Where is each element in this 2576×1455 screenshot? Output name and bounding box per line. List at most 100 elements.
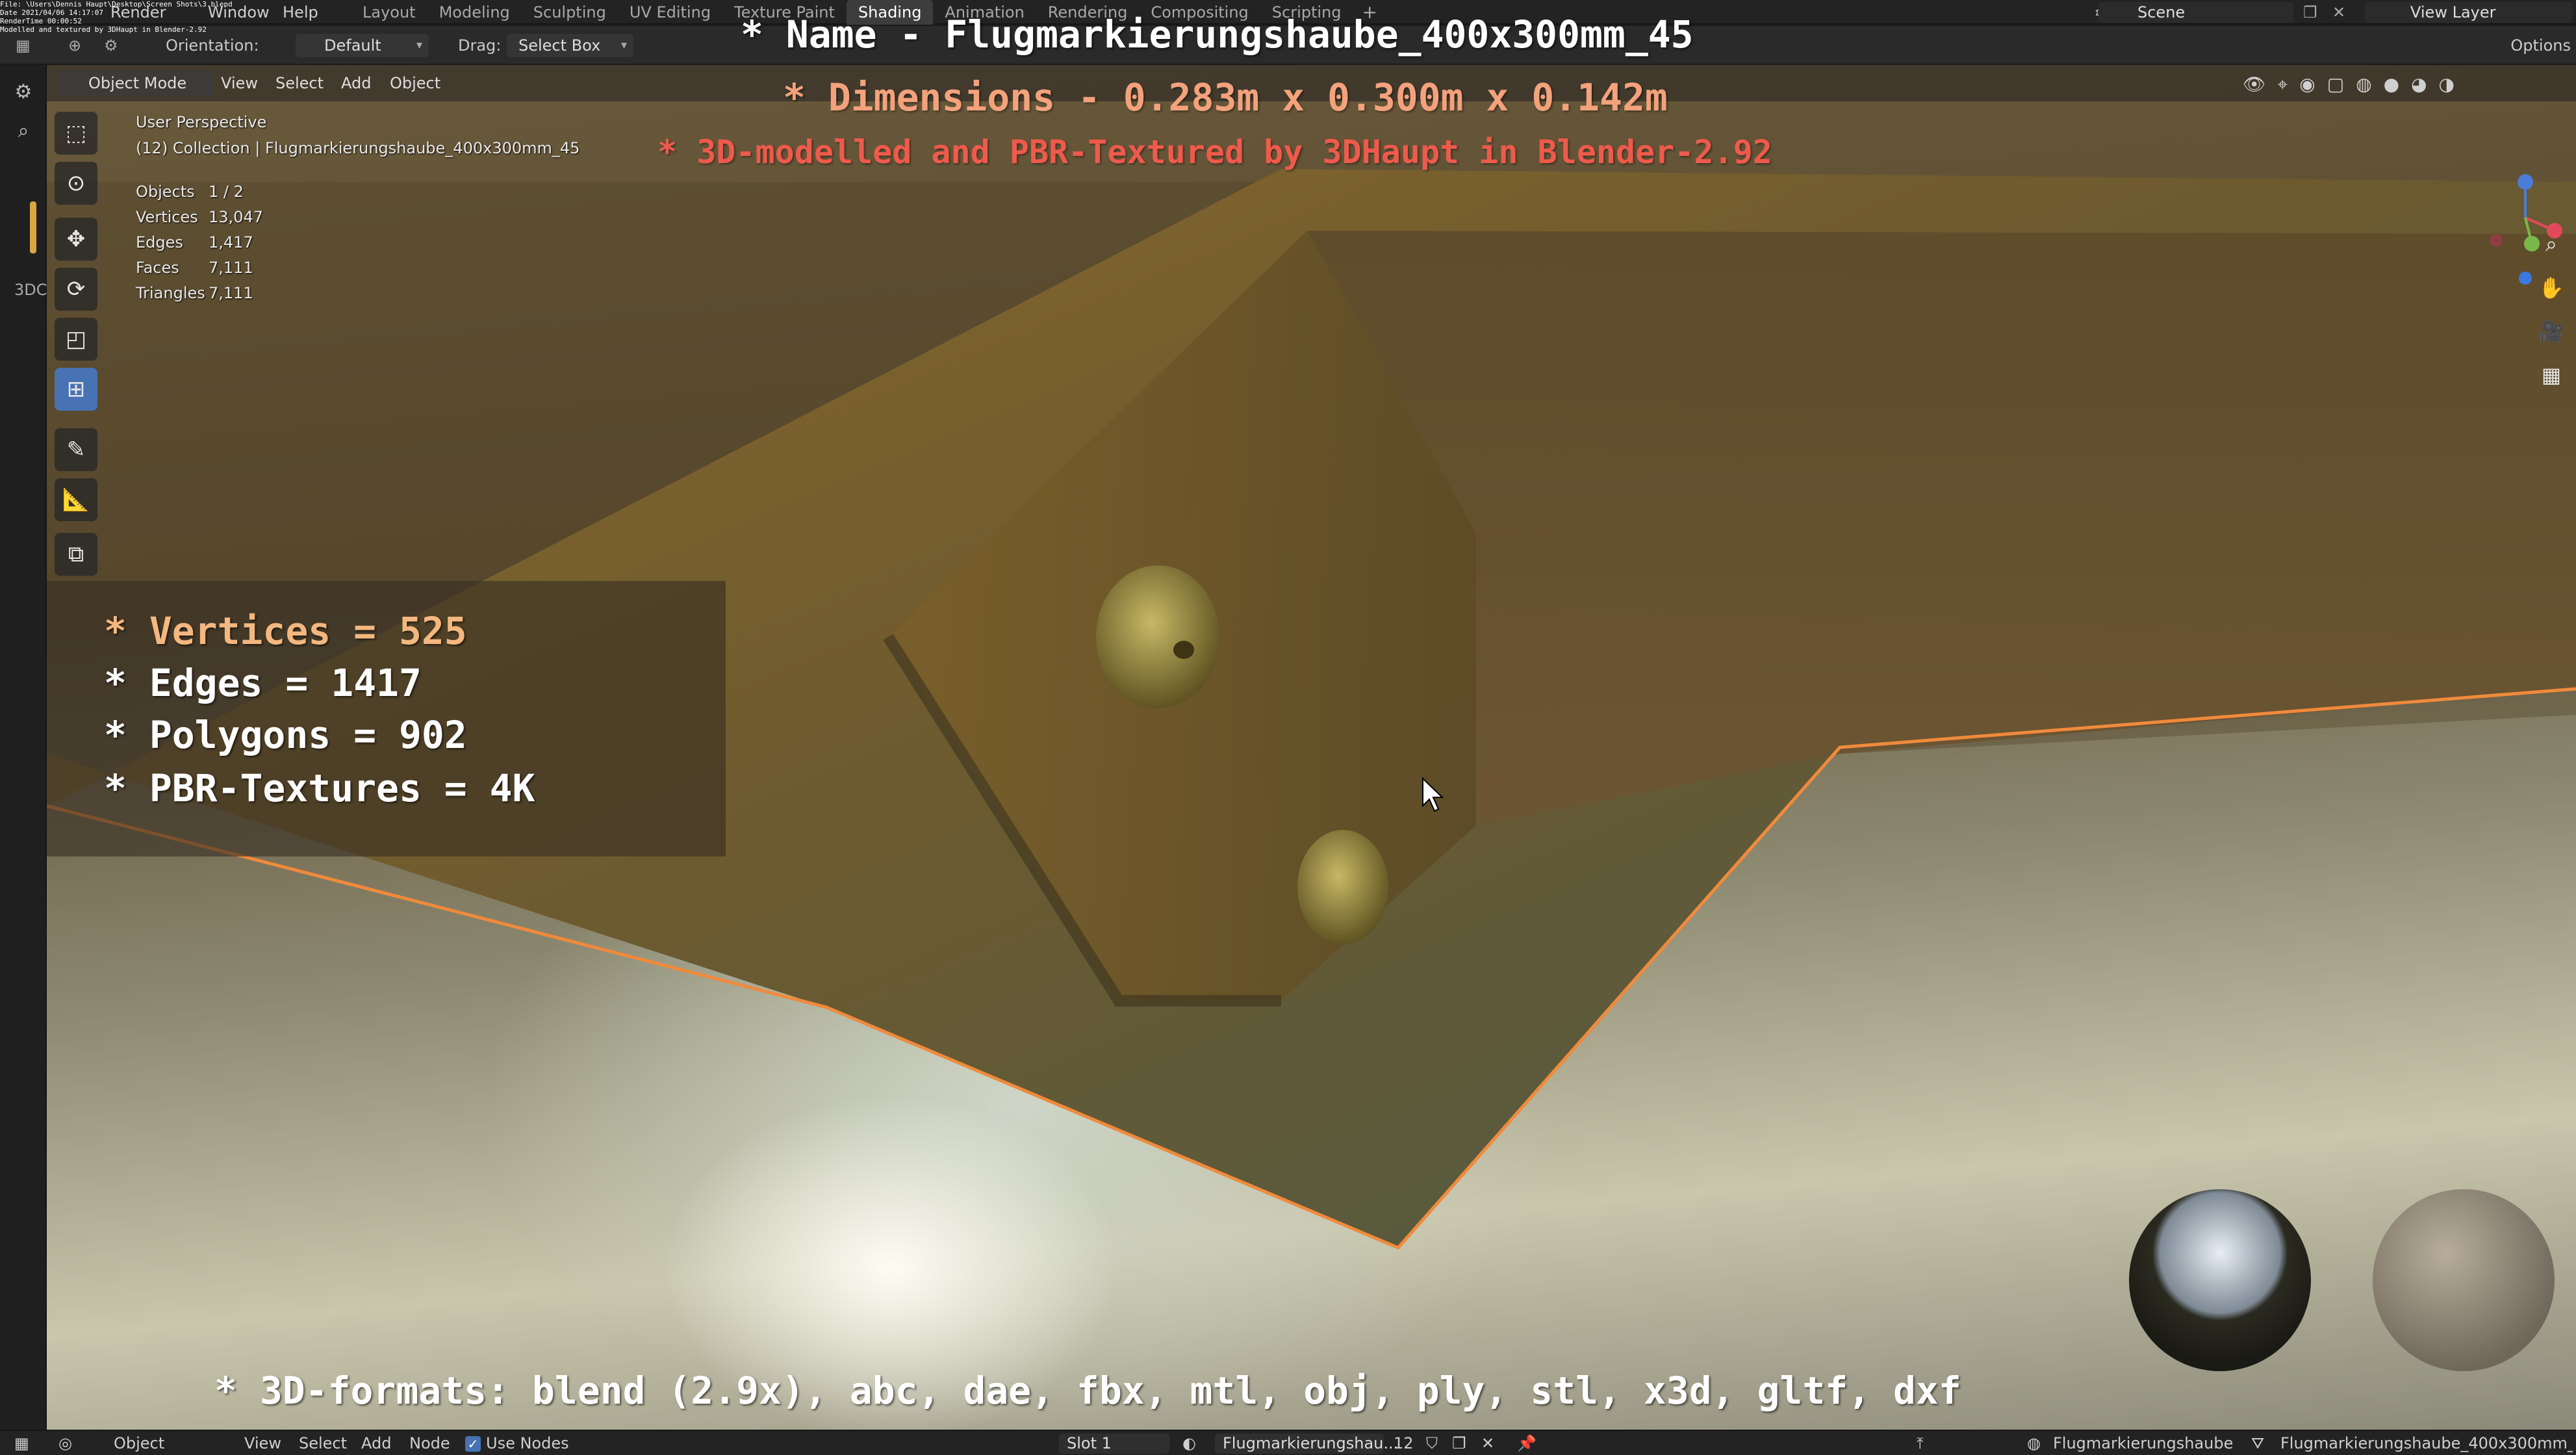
copy-material-icon[interactable]: ❐ [1452,1431,1466,1455]
transform-tool[interactable]: ⊞ [55,368,97,411]
bolt-top [1096,565,1219,708]
search-icon[interactable]: ⌕ [9,117,38,146]
shader-type-icon[interactable]: ◎ [58,1431,72,1455]
menu-view[interactable]: View [244,1431,281,1455]
stat-vertices: Vertices 13,047 [136,205,263,230]
use-nodes-toggle[interactable]: ✓ Use Nodes [465,1431,569,1455]
annotate-tool[interactable]: ✎ [55,428,97,471]
snap-icon[interactable]: ⤒ [1917,1431,1924,1455]
bolt-bottom [1297,830,1388,944]
material-preview-sphere [2373,1189,2555,1371]
annotation-stat-box: * Vertices = 525 * Edges = 1417 * Polygo… [47,581,726,856]
scene-statistics: Objects 1 / 2 Vertices 13,047 Edges 1,417 F… [136,179,263,306]
editor-type-icon[interactable]: ▦ [14,1431,29,1455]
tab-uv-editing[interactable]: UV Editing [618,0,722,25]
orientation-dropdown[interactable]: Default ▾ [296,34,429,57]
mode-dropdown[interactable]: Object Mode [58,70,213,96]
close-scene-icon[interactable]: ✕ [2332,2,2345,23]
camera-icon[interactable]: 🎥 [2535,315,2568,348]
stat-key: Triangles [136,284,205,302]
stat-key: Objects [136,183,195,201]
stat-line-vertices: * Vertices = 525 [104,608,467,654]
copy-scene-icon[interactable]: ❐ [2303,2,2317,23]
tab-modeling[interactable]: Modeling [427,0,522,25]
left-editor-strip: ⚙ ⌕ 3DC [0,65,47,1434]
chevron-down-icon: ▾ [416,38,422,52]
menu-help[interactable]: Help [283,0,318,25]
stat-key: Faces [136,259,179,277]
folder-marker [30,201,36,253]
mesh-name: Flugmarkierungshaube_400x300mm_45 [2280,1434,2573,1452]
stat-value: 1 / 2 [209,183,244,201]
stat-line-label: * Polygons = [104,713,399,757]
stat-faces: Faces 7,111 [136,255,263,281]
add-cube-tool[interactable]: ⧉ [55,533,97,576]
chevron-down-icon: ▾ [620,38,627,52]
menu-view[interactable]: View [213,70,266,96]
annotation-dimensions: * Dimensions - 0.283m x 0.300m x 0.142m [783,75,1668,120]
select-box-tool[interactable]: ⬚ [55,112,97,155]
pin-icon[interactable]: 📌 [1517,1431,1537,1455]
menu-add[interactable]: Add [361,1431,391,1455]
rotate-tool[interactable]: ⟳ [55,268,97,311]
material-name: Flugmarkierungshau... [1223,1434,1399,1452]
material-name-field[interactable]: Flugmarkierungshau... [1215,1434,1398,1454]
stat-key: Vertices [136,208,198,226]
cursor-tool[interactable]: ⊙ [55,162,97,205]
use-nodes-label: Use Nodes [486,1434,569,1452]
node-editor-header: ▦ ◎ Object View Select Add Node ✓ Use Nod… [0,1430,2576,1455]
grid-ortho-icon[interactable]: ▦ [2535,359,2568,391]
menu-select[interactable]: Select [299,1431,347,1455]
hdri-preview-sphere [2129,1189,2311,1371]
menu-add[interactable]: Add [333,70,379,96]
mesh-icon: ⛛ [2251,1434,2265,1452]
view-perspective-label: User Perspective [136,113,267,131]
menu-object[interactable]: Object [382,70,448,96]
options-button[interactable]: Options [2510,35,2571,56]
material-icon: ◐ [1182,1434,1196,1452]
annotation-formats: * 3D-formats: blend (2.9x), abc, dae, fb… [214,1369,1961,1413]
object-menu[interactable]: Object [114,1431,164,1455]
scale-tool[interactable]: ◰ [55,318,97,361]
stat-line-polygons: * Polygons = 902 [104,712,467,758]
pan-hand-icon[interactable]: ✋ [2535,272,2568,304]
stat-line-value: 1417 [331,661,422,705]
scene-name: Scene [2137,3,2186,21]
unlink-material-icon[interactable]: ✕ [1481,1431,1494,1455]
view-layer-selector[interactable]: View Layer [2365,2,2573,23]
stat-line-label: * Vertices = [104,609,399,653]
measure-tool[interactable]: 📐 [55,478,97,521]
stat-value: 1,417 [209,233,253,251]
stat-line-label: * PBR-Textures = [104,766,490,810]
render-stamp: File: \Users\Dennis Haupt\Desktop\Screen… [0,0,234,52]
menu-select[interactable]: Select [268,70,331,96]
scene-selector[interactable]: Scene [2098,2,2293,23]
stat-line-value: 902 [398,713,467,757]
navigation-gizmo[interactable] [2451,117,2574,286]
stamp-line: RenderTime 00:00:52 [0,17,82,25]
move-tool[interactable]: ✥ [55,218,97,261]
tab-sculpting[interactable]: Sculpting [522,0,618,25]
annotation-made-by: * 3D-modelled and PBR-Textured by 3DHaup… [657,133,1772,171]
menu-node[interactable]: Node [409,1431,450,1455]
drag-dropdown[interactable]: Select Box ▾ [507,34,633,57]
drag-label: Drag: [458,36,502,55]
fake-user-icon[interactable]: ⛉ [1426,1431,1438,1455]
axis-z-icon [2518,174,2533,190]
stat-edges: Edges 1,417 [136,230,263,255]
stat-line-textures: * PBR-Textures = 4K [104,766,535,811]
drag-value: Select Box [518,36,601,55]
stamp-line: Date 2021/04/06 14:17:07 [0,8,103,17]
stat-objects: Objects 1 / 2 [136,179,263,205]
object-menu-label: Object [114,1434,165,1452]
tab-layout[interactable]: Layout [351,0,427,25]
stamp-line: File: \Users\Dennis Haupt\Desktop\Screen… [0,0,233,8]
outliner-icon[interactable]: ⚙ [9,78,38,107]
active-collection-label: (12) Collection | Flugmarkierungshaube_4… [136,139,580,157]
material-users: 12 [1394,1434,1414,1452]
blender-window: { "stamp": { "lines": ["File: \\Users\\D… [0,0,2576,1455]
viewport-shading-buttons[interactable]: 👁⌖◉▢◍●◕◑ [2243,71,2466,97]
slot-dropdown[interactable]: Slot 1 [1059,1434,1169,1454]
editor-label: 3DC [14,281,47,299]
zoom-icon[interactable]: ⌕ [2535,227,2568,260]
